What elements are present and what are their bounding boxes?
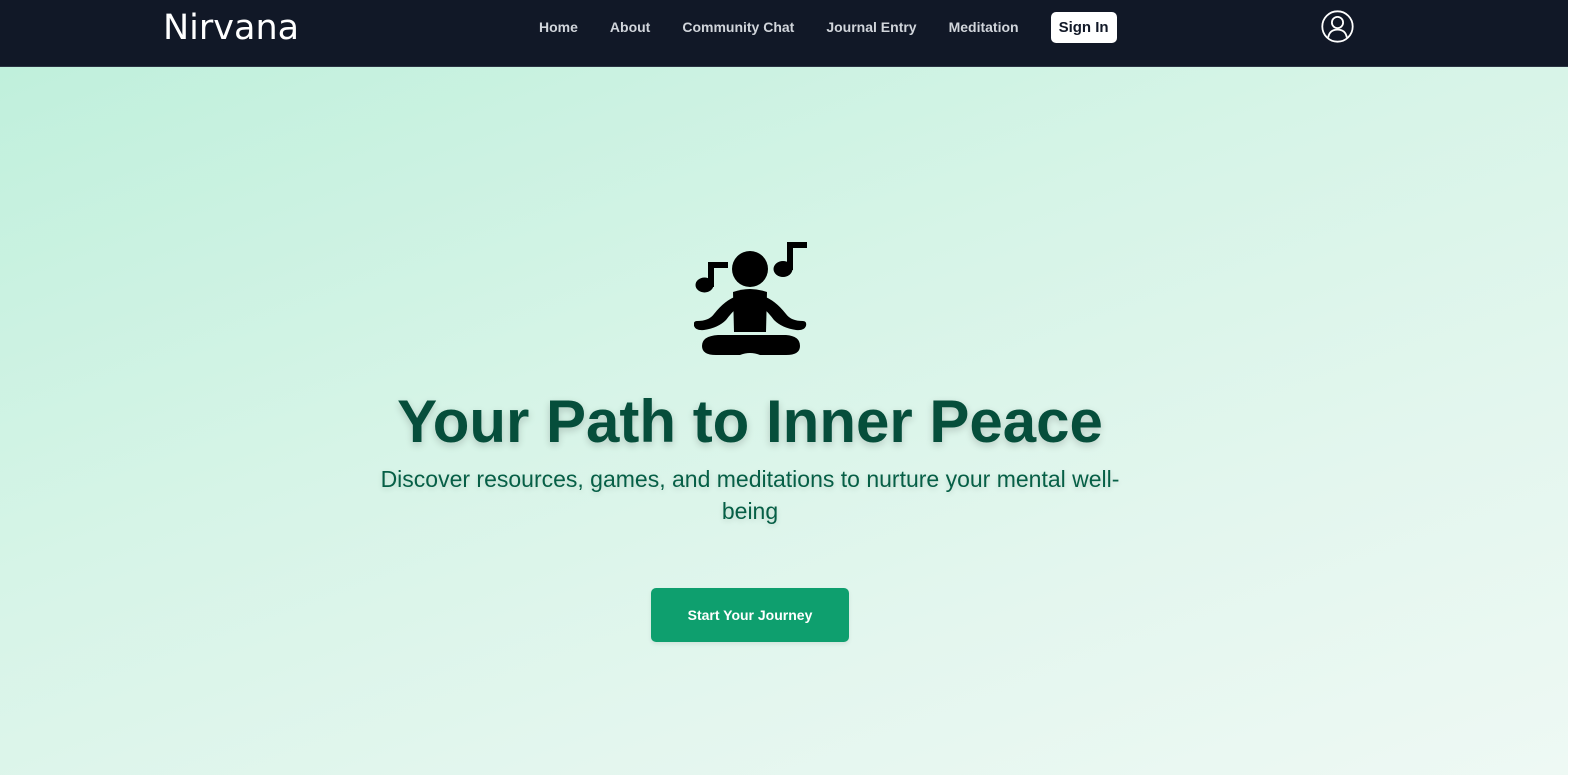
- page: Nirvana Home About Community Chat Journa…: [0, 0, 1579, 780]
- nav-link-meditation[interactable]: Meditation: [949, 19, 1019, 35]
- hero-section: Your Path to Inner Peace Discover resour…: [0, 67, 1568, 775]
- page-gutter-bottom: [0, 775, 1579, 780]
- navbar: Nirvana Home About Community Chat Journa…: [0, 0, 1579, 67]
- brand-logo[interactable]: Nirvana: [163, 8, 299, 48]
- start-journey-button[interactable]: Start Your Journey: [651, 588, 849, 642]
- user-circle-icon[interactable]: [1321, 10, 1354, 43]
- sign-in-button[interactable]: Sign In: [1050, 11, 1117, 43]
- nav-links: Home About Community Chat Journal Entry …: [539, 0, 1117, 54]
- nav-link-community-chat[interactable]: Community Chat: [682, 19, 794, 35]
- hero-subtitle: Discover resources, games, and meditatio…: [380, 466, 1120, 524]
- hero-title: Your Path to Inner Peace: [397, 388, 1103, 455]
- nav-link-home[interactable]: Home: [539, 19, 578, 35]
- nav-link-journal-entry[interactable]: Journal Entry: [826, 19, 916, 35]
- meditation-music-icon: [693, 242, 807, 355]
- nav-link-about[interactable]: About: [610, 19, 650, 35]
- page-gutter-right: [1568, 0, 1579, 780]
